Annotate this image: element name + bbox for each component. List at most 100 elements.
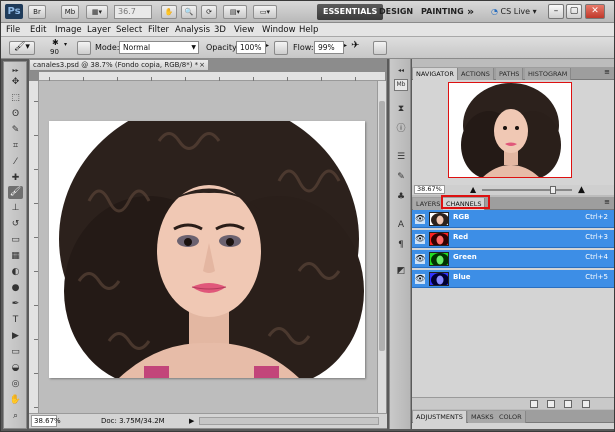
panel-menu-icon[interactable]: ≡ [604,68,610,76]
move-tool[interactable]: ✥ [8,76,23,89]
rotate-view-button[interactable]: ⟳ [201,5,217,19]
tool-preset-picker[interactable]: 🖌▾ [9,41,35,55]
character-icon[interactable]: A [394,219,408,231]
type-tool[interactable]: T [8,314,23,327]
tab-masks[interactable]: MASKS [468,411,498,423]
zoom-tool[interactable]: ⌕ [8,410,23,423]
scrollbar-thumb[interactable] [379,101,385,351]
arrange-documents-button[interactable]: ▤▾ [223,5,247,19]
slider-knob[interactable] [550,186,556,194]
tab-layers[interactable]: LAYERS [413,198,445,210]
3d-icon[interactable]: ◩ [394,265,408,277]
tablet-opacity-toggle[interactable] [274,41,288,55]
channel-row-blue[interactable]: 👁 Blue Ctrl+5 [412,270,614,288]
flow-field[interactable]: 99% [314,41,344,54]
tab-navigator[interactable]: NAVIGATOR [413,68,458,80]
menu-view[interactable]: View [234,24,254,36]
view-extras-button[interactable]: ▦▾ [86,5,108,19]
workspace-design[interactable]: DESIGN [373,4,419,20]
channel-row-rgb[interactable]: 👁 RGB Ctrl+2 [412,210,614,228]
eyedropper-tool[interactable]: ⁄ [8,156,23,169]
airbrush-icon[interactable]: ✈ [351,40,359,51]
menu-image[interactable]: Image [55,24,82,36]
mode-select[interactable]: Normal ▼ [119,41,199,54]
marquee-tool[interactable]: ⬚ [8,92,23,105]
close-button[interactable]: ✕ [585,4,605,19]
brush-tool[interactable]: 🖌 [8,186,23,199]
3d-orbit-tool[interactable]: ◎ [8,378,23,391]
menu-3d[interactable]: 3D [214,24,226,36]
blur-tool[interactable]: ◐ [8,266,23,279]
tab-paths[interactable]: PATHS [496,68,524,80]
menu-file[interactable]: File [6,24,20,36]
eraser-tool[interactable]: ▭ [8,234,23,247]
horizontal-scrollbar[interactable] [199,417,379,425]
status-zoom-field[interactable]: 38.67% [31,415,61,427]
channel-row-green[interactable]: 👁 Green Ctrl+4 [412,250,614,268]
new-channel-icon[interactable] [564,400,572,408]
save-selection-icon[interactable] [547,400,555,408]
eye-icon[interactable]: 👁 [415,234,425,244]
info-icon[interactable]: ⓘ [394,123,408,135]
screen-mode-button[interactable]: ▭▾ [253,5,277,19]
quick-selection-tool[interactable]: ✎ [8,124,23,137]
pen-tool[interactable]: ✒ [8,298,23,311]
flow-dropdown-icon[interactable]: ▸ [344,42,347,49]
brushes-icon[interactable]: ✎ [394,171,408,183]
shape-tool[interactable]: ▭ [8,346,23,359]
zoom-out-icon[interactable]: ▲ [470,185,476,195]
crop-tool[interactable]: ⌗ [8,140,23,153]
paragraph-icon[interactable]: ¶ [394,239,408,251]
clone-stamp-tool[interactable]: ⊥ [8,202,23,215]
document-tab[interactable]: canales3.psd @ 38.7% (Fondo copia, RGB/8… [29,59,209,71]
maximize-button[interactable]: ▢ [566,4,582,19]
status-menu-icon[interactable]: ▶ [189,415,194,428]
zoom-level-field[interactable]: 36.7 [114,5,152,19]
menu-analysis[interactable]: Analysis [175,24,210,36]
document-canvas[interactable] [49,121,365,378]
channel-row-red[interactable]: 👁 Red Ctrl+3 [412,230,614,248]
eye-icon[interactable]: 👁 [415,274,425,284]
tab-actions[interactable]: ACTIONS [458,68,494,80]
brush-panel-toggle[interactable] [77,41,91,55]
menu-select[interactable]: Select [116,24,142,36]
tablet-size-toggle[interactable] [373,41,387,55]
menu-edit[interactable]: Edit [30,24,46,36]
more-workspaces-button[interactable]: » [461,4,480,20]
mini-bridge-icon[interactable]: Mb [394,79,408,91]
tab-histogram[interactable]: HISTOGRAM [525,68,572,80]
opacity-field[interactable]: 100% [236,41,266,54]
mini-bridge-button[interactable]: Mb [61,5,79,19]
history-brush-tool[interactable]: ↺ [8,218,23,231]
panel-menu-icon[interactable]: ≡ [604,198,610,206]
gradient-tool[interactable]: ▦ [8,250,23,263]
tab-adjustments[interactable]: ADJUSTMENTS [413,411,467,423]
opacity-dropdown-icon[interactable]: ▸ [266,42,269,49]
zoom-tool-button[interactable]: 🔍 [181,5,197,19]
bridge-button[interactable]: Br [28,5,46,19]
zoom-in-icon[interactable]: ▲ [578,185,585,195]
trash-icon[interactable] [582,400,590,408]
navigator-zoom-slider[interactable] [482,189,572,191]
brush-preset-picker[interactable]: ✱ 90 ▾ [46,38,72,57]
navigator-proxy-view[interactable] [448,82,572,178]
load-selection-icon[interactable] [530,400,538,408]
healing-brush-tool[interactable]: ✚ [8,172,23,185]
menu-help[interactable]: Help [299,24,318,36]
tab-color[interactable]: COLOR [496,411,526,423]
cs-live-button[interactable]: ◔ CS Live ▾ [491,5,537,19]
navigator-zoom-field[interactable]: 38.67% [414,185,445,194]
path-selection-tool[interactable]: ▶ [8,330,23,343]
hand-tool[interactable]: ✋ [8,394,23,407]
dock-collapse-icon[interactable]: ◂◂ [394,65,408,77]
close-icon[interactable]: × [199,60,205,70]
menu-filter[interactable]: Filter [148,24,169,36]
clone-source-icon[interactable]: ♣ [394,191,408,203]
brush-presets-icon[interactable]: ☰ [394,151,408,163]
eye-icon[interactable]: 👁 [415,254,425,264]
vertical-scrollbar[interactable] [377,81,386,413]
history-icon[interactable]: ⧗ [394,103,408,115]
minimize-button[interactable]: – [548,4,564,19]
3d-rotate-tool[interactable]: ◒ [8,362,23,375]
eye-icon[interactable]: 👁 [415,214,425,224]
